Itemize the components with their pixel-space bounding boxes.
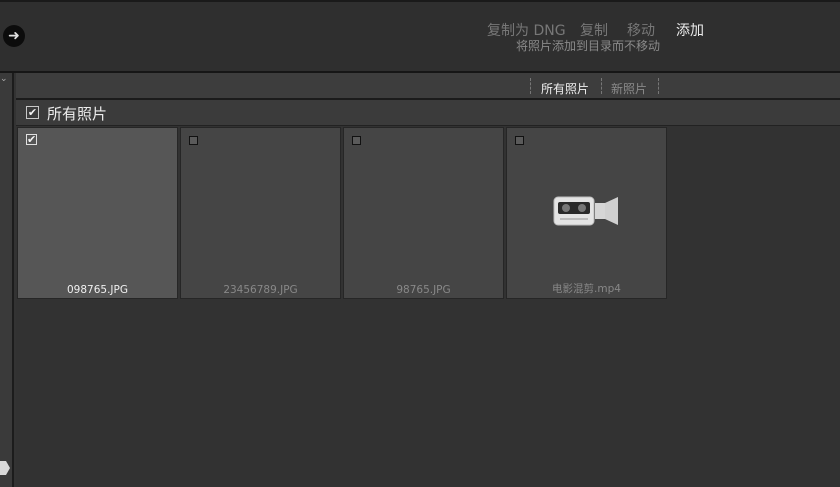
tab-new-photos[interactable]: 新照片: [611, 80, 647, 97]
cell-filename: 23456789.JPG: [223, 284, 298, 296]
tab-separator: [530, 78, 531, 94]
cell-checkbox[interactable]: [515, 136, 524, 145]
group-header: [16, 100, 840, 126]
grid-cell[interactable]: ✔ 098765.JPG: [17, 127, 178, 299]
cell-filename: 电影混剪.mp4: [552, 283, 621, 295]
group-title: 所有照片: [47, 105, 108, 123]
cell-checkbox[interactable]: [352, 136, 361, 145]
tab-separator: [658, 78, 659, 94]
grid-cell[interactable]: 98765.JPG: [343, 127, 504, 299]
tab-all-photos[interactable]: 所有照片: [541, 80, 589, 97]
arrow-right-icon[interactable]: ➜: [3, 25, 25, 47]
mode-description: 将照片添加到目录而不移动: [516, 39, 661, 53]
tab-separator: [601, 78, 602, 94]
left-panel-edge: [0, 73, 14, 487]
mode-add[interactable]: 添加: [676, 20, 704, 40]
cell-checkbox[interactable]: ✔: [26, 134, 37, 145]
filter-tab-bar: [16, 73, 840, 100]
group-checkbox[interactable]: ✔: [26, 106, 39, 119]
cell-filename: 98765.JPG: [396, 284, 451, 296]
import-top-bar: [0, 0, 840, 72]
chevron-down-icon[interactable]: ⌄: [0, 74, 8, 84]
grid-cell[interactable]: 电影混剪.mp4: [506, 127, 667, 299]
grid-cell[interactable]: 23456789.JPG: [180, 127, 341, 299]
cell-checkbox[interactable]: [189, 136, 198, 145]
video-camera-icon: [553, 196, 618, 226]
cell-filename: 098765.JPG: [67, 284, 128, 296]
